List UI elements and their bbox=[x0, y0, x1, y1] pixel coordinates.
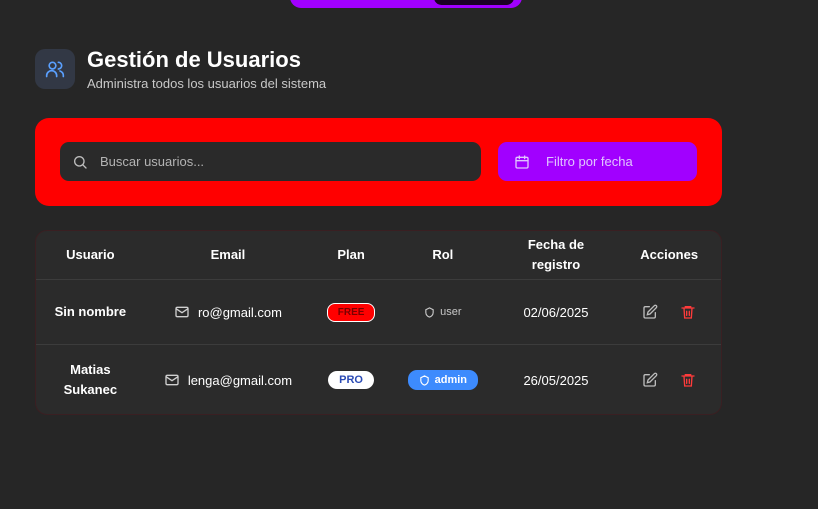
header-date: Fecha de registro bbox=[495, 235, 618, 275]
page-title: Gestión de Usuarios bbox=[87, 47, 301, 72]
email-text: lenga@gmail.com bbox=[187, 372, 293, 388]
user-name-line1: Matias bbox=[70, 362, 111, 377]
plan-badge: PRO bbox=[328, 371, 374, 389]
plan-cell: FREE bbox=[311, 302, 391, 322]
email-text: ro@gmail.com bbox=[197, 304, 282, 320]
plan-badge: FREE bbox=[326, 302, 376, 322]
row-actions bbox=[617, 372, 721, 388]
filter-panel: Filtro por fecha bbox=[35, 118, 722, 206]
header-actions: Acciones bbox=[640, 247, 699, 262]
role-cell: admin bbox=[391, 370, 495, 390]
user-email: ro@gmail.com bbox=[145, 304, 312, 320]
role-cell: user bbox=[391, 306, 495, 318]
plan-cell: PRO bbox=[311, 371, 391, 389]
calendar-icon bbox=[514, 154, 530, 170]
users-table: Usuario Email Plan Rol Fecha de registro… bbox=[35, 230, 722, 415]
role-badge: user bbox=[424, 306, 462, 318]
search-icon bbox=[72, 154, 88, 170]
role-text: admin bbox=[434, 374, 468, 386]
page-subtitle: Administra todos los usuarios del sistem… bbox=[87, 76, 327, 91]
date-filter-button[interactable]: Filtro por fecha bbox=[498, 142, 697, 181]
header-role: Rol bbox=[432, 247, 454, 262]
edit-icon[interactable] bbox=[642, 372, 658, 388]
edit-icon[interactable] bbox=[642, 304, 658, 320]
header-email: Email bbox=[210, 247, 246, 262]
header-plan: Plan bbox=[337, 247, 365, 262]
user-name-line2: Sukanec bbox=[63, 382, 118, 397]
user-name: Sin nombre bbox=[54, 304, 127, 319]
role-text: user bbox=[440, 306, 462, 318]
search-input[interactable] bbox=[100, 154, 460, 169]
row-actions bbox=[617, 304, 721, 320]
table-row: Sin nombre ro@gmail.com FREE user 02/06/… bbox=[36, 280, 721, 345]
registration-date: 26/05/2025 bbox=[523, 372, 589, 388]
top-nav-pill-active[interactable] bbox=[434, 0, 514, 5]
page-header: Gestión de Usuarios Administra todos los… bbox=[35, 47, 326, 91]
header-user: Usuario bbox=[66, 247, 115, 262]
shield-icon bbox=[419, 374, 429, 386]
user-name: Matias Sukanec bbox=[36, 360, 145, 400]
users-icon bbox=[35, 49, 75, 89]
role-badge: admin bbox=[407, 370, 479, 390]
search-box[interactable] bbox=[60, 142, 481, 181]
trash-icon[interactable] bbox=[680, 304, 696, 320]
table-header: Usuario Email Plan Rol Fecha de registro… bbox=[36, 231, 721, 280]
shield-icon bbox=[425, 306, 434, 318]
table-row: Matias Sukanec lenga@gmail.com PRO admin… bbox=[36, 345, 721, 414]
date-filter-label: Filtro por fecha bbox=[546, 154, 633, 169]
user-email: lenga@gmail.com bbox=[145, 372, 312, 388]
mail-icon bbox=[174, 304, 190, 320]
header-date-line2: registro bbox=[531, 257, 581, 272]
trash-icon[interactable] bbox=[680, 372, 696, 388]
mail-icon bbox=[164, 372, 180, 388]
registration-date: 02/06/2025 bbox=[523, 304, 589, 320]
header-date-line1: Fecha de bbox=[527, 237, 585, 252]
